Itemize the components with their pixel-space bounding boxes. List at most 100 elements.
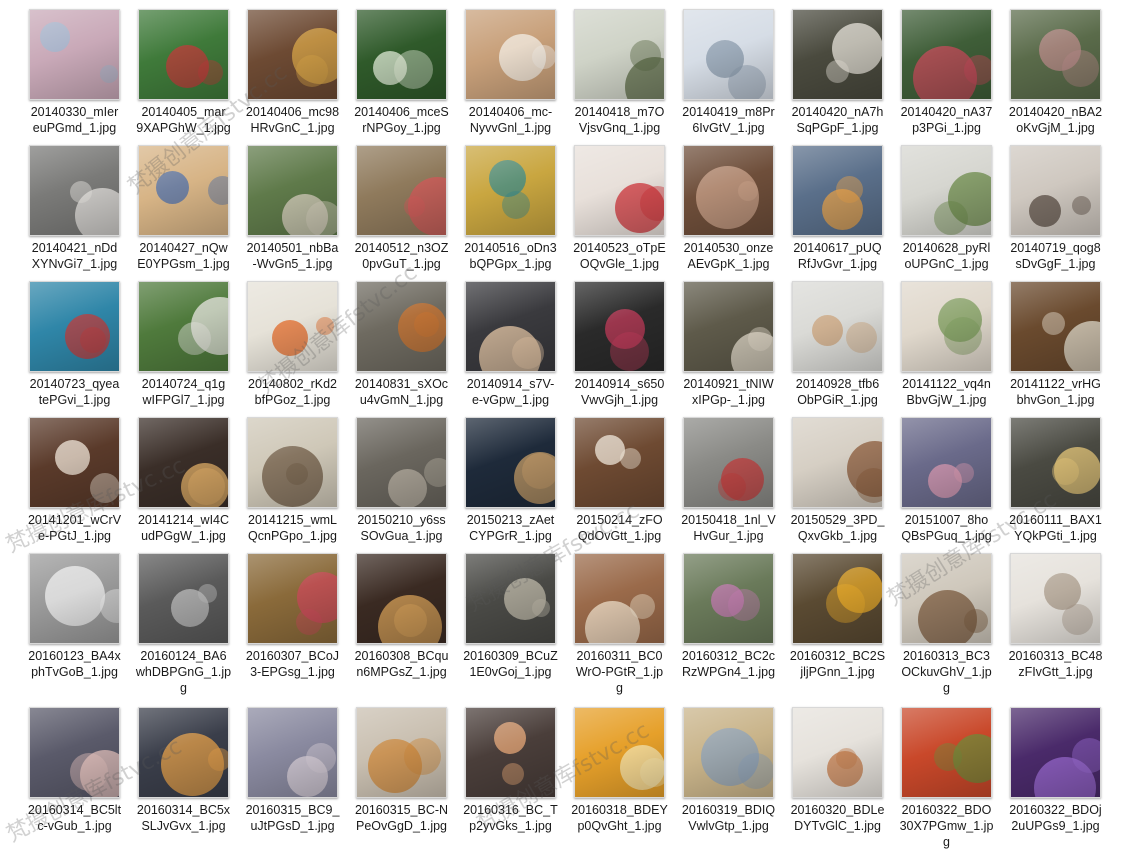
- image-thumbnail[interactable]: [683, 281, 774, 372]
- image-thumbnail[interactable]: [247, 707, 338, 798]
- image-thumbnail[interactable]: [901, 553, 992, 644]
- file-name-line: 20141122_vrHG: [1010, 377, 1101, 391]
- thumbnail-shading: [1011, 418, 1100, 507]
- file-name-line: 20160314_BC5lt: [27, 803, 122, 817]
- image-thumbnail[interactable]: [1010, 9, 1101, 100]
- image-thumbnail[interactable]: [138, 417, 229, 508]
- file-name-line: 9XAPGhW_1.jpg: [136, 121, 231, 135]
- image-thumbnail[interactable]: [792, 145, 883, 236]
- file-name-label: 20160322_BDOj 2uUPGs9_1.jpg: [1001, 802, 1110, 834]
- file-name-line: e-vGpw_1.jpg: [471, 393, 550, 407]
- file-name-label: 20140405_mar 9XAPGhW_1.jpg: [129, 104, 238, 136]
- image-thumbnail[interactable]: [574, 417, 665, 508]
- image-thumbnail[interactable]: [465, 9, 556, 100]
- image-thumbnail[interactable]: [356, 145, 447, 236]
- image-thumbnail[interactable]: [29, 553, 120, 644]
- image-thumbnail[interactable]: [247, 9, 338, 100]
- image-thumbnail[interactable]: [1010, 417, 1101, 508]
- image-thumbnail[interactable]: [792, 9, 883, 100]
- thumbnail-shading: [30, 554, 119, 643]
- file-name-line: YQkPGti_1.jpg: [1014, 529, 1097, 543]
- image-thumbnail[interactable]: [683, 707, 774, 798]
- image-thumbnail[interactable]: [574, 9, 665, 100]
- thumbnail-shading: [902, 146, 991, 235]
- image-thumbnail[interactable]: [465, 417, 556, 508]
- image-thumbnail[interactable]: [29, 9, 120, 100]
- thumbnail-shading: [1011, 10, 1100, 99]
- file-name-label: 20150418_1nl_V HvGur_1.jpg: [674, 512, 783, 544]
- image-thumbnail[interactable]: [683, 145, 774, 236]
- image-thumbnail[interactable]: [356, 9, 447, 100]
- image-thumbnail[interactable]: [247, 281, 338, 372]
- image-thumbnail[interactable]: [901, 9, 992, 100]
- thumbnail-shading: [139, 146, 228, 235]
- file-name-label: 20140419_m8Pr 6IvGtV_1.jpg: [674, 104, 783, 136]
- image-thumbnail[interactable]: [138, 9, 229, 100]
- image-thumbnail[interactable]: [29, 417, 120, 508]
- file-name-line: 20160308_BCqu: [354, 649, 449, 663]
- image-thumbnail[interactable]: [138, 553, 229, 644]
- image-thumbnail[interactable]: [465, 707, 556, 798]
- file-name-line: QcnPGpo_1.jpg: [248, 529, 337, 543]
- file-name-label: 20140530_onze AEvGpK_1.jpg: [674, 240, 783, 272]
- file-name-line: p3PGi_1.jpg: [912, 121, 981, 135]
- file-name-line: QdOvGtt_1.jpg: [577, 529, 662, 543]
- image-thumbnail[interactable]: [574, 707, 665, 798]
- image-thumbnail[interactable]: [356, 281, 447, 372]
- image-thumbnail[interactable]: [356, 417, 447, 508]
- image-thumbnail[interactable]: [29, 707, 120, 798]
- thumbnail-shading: [793, 708, 882, 797]
- image-thumbnail[interactable]: [683, 9, 774, 100]
- file-name-line: 20140420_nBA2: [1008, 105, 1103, 119]
- thumbnail-shading: [684, 146, 773, 235]
- image-thumbnail[interactable]: [138, 281, 229, 372]
- file-name-line: oKvGjM_1.jpg: [1016, 121, 1095, 135]
- file-name-label: 20140418_m7O VjsvGnq_1.jpg: [565, 104, 674, 136]
- image-thumbnail[interactable]: [29, 145, 120, 236]
- image-thumbnail[interactable]: [465, 553, 556, 644]
- image-thumbnail[interactable]: [574, 281, 665, 372]
- image-thumbnail[interactable]: [1010, 707, 1101, 798]
- image-thumbnail[interactable]: [683, 417, 774, 508]
- image-thumbnail[interactable]: [29, 281, 120, 372]
- file-name-line: 20140405_mar: [141, 105, 226, 119]
- file-name-label: 20140617_pUQ RfJvGvr_1.jpg: [783, 240, 892, 272]
- image-thumbnail[interactable]: [792, 417, 883, 508]
- image-thumbnail[interactable]: [574, 553, 665, 644]
- file-name-label: 20140420_nBA2 oKvGjM_1.jpg: [1001, 104, 1110, 136]
- image-thumbnail[interactable]: [356, 707, 447, 798]
- file-name-label: 20140427_nQw E0YPGsm_1.jpg: [129, 240, 238, 272]
- image-thumbnail[interactable]: [356, 553, 447, 644]
- image-thumbnail[interactable]: [792, 707, 883, 798]
- image-thumbnail[interactable]: [901, 145, 992, 236]
- thumbnail-shading: [575, 554, 664, 643]
- file-name-label: 20140914_s7V-e-vGpw_1.jpg: [456, 376, 565, 408]
- file-name-label: 20140523_oTpE OQvGle_1.jpg: [565, 240, 674, 272]
- image-thumbnail[interactable]: [465, 281, 556, 372]
- image-thumbnail[interactable]: [792, 281, 883, 372]
- file-name-label: 20140406_mc- NyvvGnl_1.jpg: [456, 104, 565, 136]
- thumbnail-shading: [466, 708, 555, 797]
- image-thumbnail[interactable]: [247, 417, 338, 508]
- image-thumbnail[interactable]: [792, 553, 883, 644]
- image-thumbnail[interactable]: [138, 145, 229, 236]
- image-thumbnail[interactable]: [1010, 553, 1101, 644]
- file-name-line: 2uUPGs9_1.jpg: [1011, 819, 1100, 833]
- image-thumbnail[interactable]: [247, 553, 338, 644]
- file-name-label: 20160313_BC48 zFIvGtt_1.jpg: [1001, 648, 1110, 680]
- image-thumbnail[interactable]: [465, 145, 556, 236]
- image-thumbnail[interactable]: [574, 145, 665, 236]
- file-name-line: ObPGiR_1.jpg: [797, 393, 878, 407]
- image-thumbnail[interactable]: [247, 145, 338, 236]
- image-thumbnail[interactable]: [1010, 281, 1101, 372]
- image-thumbnail[interactable]: [1010, 145, 1101, 236]
- thumbnail-shading: [139, 708, 228, 797]
- thumbnail-shading: [30, 146, 119, 235]
- image-thumbnail[interactable]: [138, 707, 229, 798]
- file-name-line: 20140719_qog8: [1010, 241, 1101, 255]
- image-thumbnail[interactable]: [901, 281, 992, 372]
- image-thumbnail[interactable]: [901, 707, 992, 798]
- image-thumbnail[interactable]: [683, 553, 774, 644]
- image-thumbnail[interactable]: [901, 417, 992, 508]
- thumbnail-shading: [357, 146, 446, 235]
